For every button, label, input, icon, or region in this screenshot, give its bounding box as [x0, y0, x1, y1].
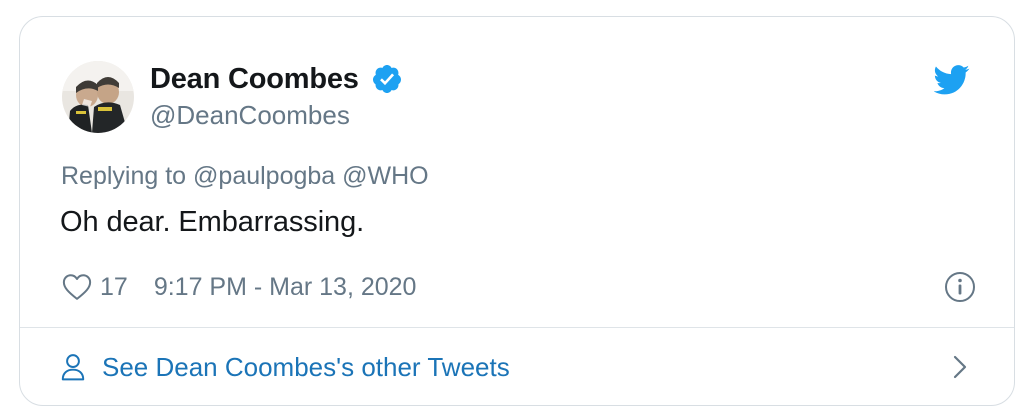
author-display-name[interactable]: Dean Coombes [150, 63, 359, 96]
see-other-tweets-label: See Dean Coombes's other Tweets [102, 351, 510, 382]
avatar-photo [62, 61, 134, 133]
reply-mention-paulpogba[interactable]: @paulpogba [193, 162, 335, 190]
heart-outline-icon [62, 274, 92, 300]
person-outline-icon [61, 354, 85, 381]
tweet-meta-row: 17 9:17 PM - Mar 13, 2020 [62, 269, 976, 305]
author-name-row: Dean Coombes [150, 61, 403, 97]
info-button[interactable] [944, 271, 976, 303]
like-count: 17 [100, 272, 128, 301]
like-button[interactable]: 17 [62, 273, 128, 302]
reply-prefix: Replying to [61, 162, 187, 190]
chevron-right-icon [953, 355, 967, 379]
info-circle-icon [945, 272, 975, 302]
avatar[interactable] [62, 61, 134, 133]
twitter-bird-icon[interactable] [934, 65, 970, 95]
reply-context: Replying to @paulpogba @WHO [61, 162, 429, 191]
see-other-tweets-link[interactable]: See Dean Coombes's other Tweets [60, 345, 970, 389]
embedded-tweet-card: Dean Coombes @DeanCoombes Replying to @p… [19, 16, 1015, 406]
author-block: Dean Coombes @DeanCoombes [150, 61, 403, 131]
card-divider [20, 327, 1014, 328]
verified-badge-icon [372, 65, 401, 93]
tweet-text: Oh dear. Embarrassing. [60, 206, 365, 238]
author-handle[interactable]: @DeanCoombes [150, 100, 403, 131]
tweet-timestamp[interactable]: 9:17 PM - Mar 13, 2020 [154, 273, 417, 302]
reply-mention-who[interactable]: @WHO [342, 162, 428, 190]
